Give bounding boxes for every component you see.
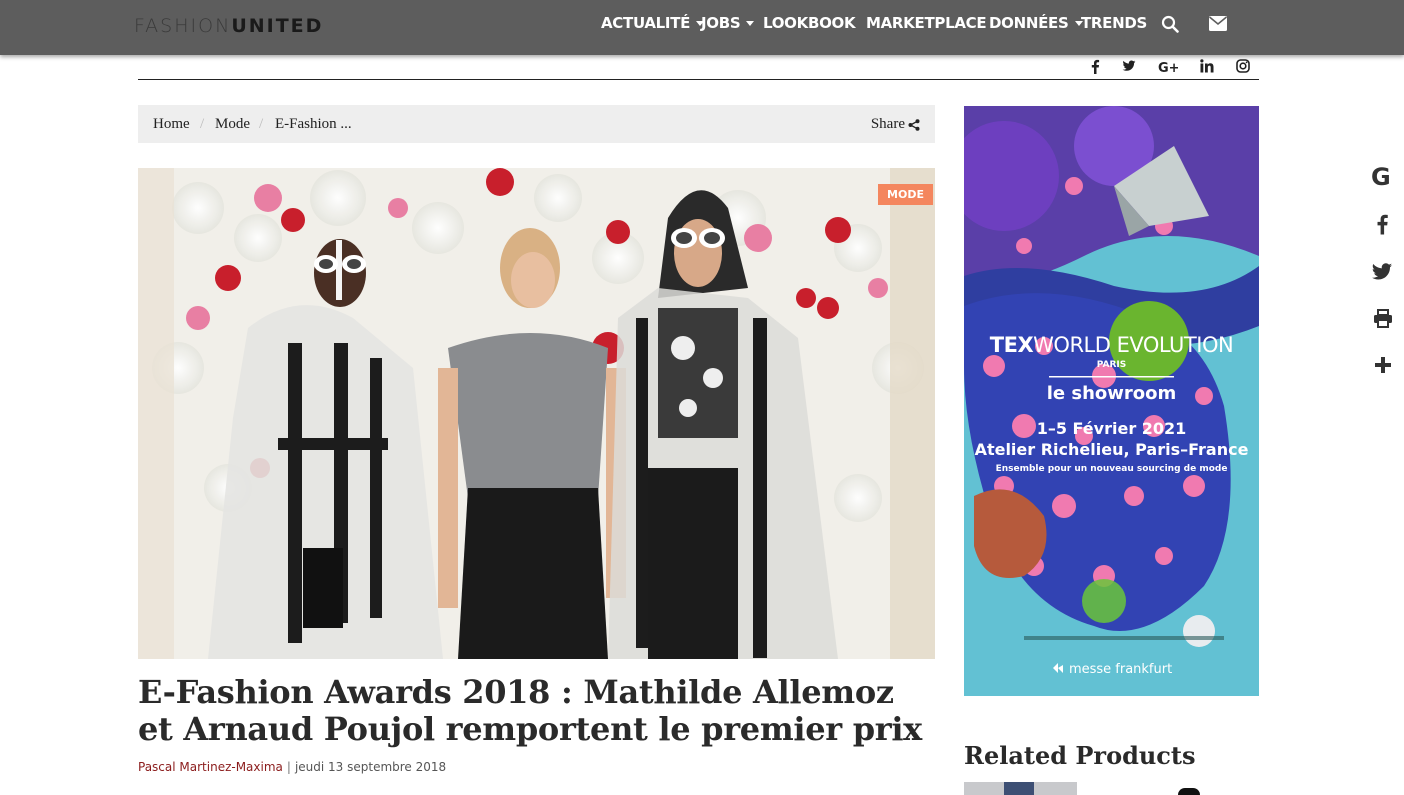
facebook-icon[interactable] <box>1375 212 1389 241</box>
top-navigation-bar: FASHIONUNITED ACTUALITÉ JOBS LOOKBOOK MA… <box>0 0 1404 55</box>
ad-tagline: Ensemble pour un nouveau sourcing de mod… <box>995 464 1228 474</box>
logo-text-bold: UNITED <box>231 15 324 37</box>
related-products-heading: Related Products <box>964 741 1196 770</box>
share-icon <box>908 118 920 131</box>
instagram-icon[interactable] <box>1236 59 1250 78</box>
article-title: E-Fashion Awards 2018 : Mathilde Allemoz… <box>138 673 922 748</box>
product-image <box>1004 782 1034 795</box>
plus-icon[interactable] <box>1374 356 1392 379</box>
print-icon[interactable] <box>1373 309 1393 334</box>
article-meta: Pascal Martinez-Maxima | jeudi 13 septembr… <box>138 760 446 774</box>
advertisement-banner[interactable]: TEXWORLD EVOLUTION PARIS le showroom 1–5… <box>964 106 1259 696</box>
twitter-icon[interactable] <box>1370 261 1394 288</box>
ad-headline: TEXWORLD EVOLUTION <box>964 333 1259 357</box>
nav-item-label: MARKETPLACE <box>866 14 987 32</box>
site-logo[interactable]: FASHIONUNITED <box>134 15 323 37</box>
ad-venue: Atelier Richelieu, Paris–France <box>974 440 1249 459</box>
category-badge[interactable]: MODE <box>878 184 933 205</box>
nav-item-jobs[interactable]: JOBS <box>701 14 755 32</box>
ad-subtitle: le showroom <box>1046 383 1177 404</box>
nav-item-trends[interactable]: TRENDS <box>1081 14 1147 32</box>
logo-text-light: FASHION <box>134 15 232 37</box>
ad-sponsor: messe frankfurt <box>964 661 1259 677</box>
linkedin-icon[interactable] <box>1200 59 1214 78</box>
breadcrumb-mode[interactable]: Mode <box>215 116 250 133</box>
ad-brand-rest: WORLD EVOLUTION <box>1033 333 1234 357</box>
related-product-thumbnail[interactable] <box>1178 788 1200 795</box>
author-link[interactable]: Pascal Martinez-Maxima <box>138 760 283 774</box>
nav-item-label: TRENDS <box>1081 14 1148 32</box>
share-label: Share <box>870 116 905 132</box>
facebook-icon[interactable] <box>1090 59 1100 79</box>
meta-separator: | <box>286 760 291 774</box>
nav-item-label: JOBS <box>701 14 741 32</box>
hero-photo <box>138 168 935 659</box>
breadcrumb-separator: / <box>200 116 205 132</box>
ad-sponsor-label: messe frankfurt <box>1068 662 1173 677</box>
svg-text:G+: G+ <box>1158 61 1178 73</box>
breadcrumb-current: E-Fashion ... <box>275 116 352 132</box>
twitter-icon[interactable] <box>1122 59 1136 78</box>
nav-item-actualite[interactable]: ACTUALITÉ <box>601 14 705 32</box>
header-divider <box>138 79 1259 80</box>
nav-item-donnees[interactable]: DONNÉES <box>989 14 1083 32</box>
ad-city: PARIS <box>1096 360 1127 370</box>
nav-item-label: ACTUALITÉ <box>601 14 691 32</box>
envelope-icon[interactable] <box>1208 16 1228 36</box>
google-icon[interactable]: G <box>1370 163 1394 194</box>
search-icon[interactable] <box>1161 15 1179 38</box>
nav-item-lookbook[interactable]: LOOKBOOK <box>763 14 856 32</box>
breadcrumb: Home / Mode / E-Fashion ... Share <box>138 105 935 143</box>
article-hero-image: MODE <box>138 168 935 659</box>
google-plus-icon[interactable]: G+ <box>1158 60 1180 78</box>
breadcrumb-home[interactable]: Home <box>153 116 190 133</box>
chevron-down-icon <box>746 21 755 26</box>
nav-item-marketplace[interactable]: MARKETPLACE <box>866 14 987 32</box>
share-button[interactable]: Share <box>871 116 920 133</box>
messe-frankfurt-logo-icon <box>1052 663 1063 673</box>
related-product-thumbnail[interactable] <box>964 782 1077 795</box>
svg-text:G: G <box>1371 163 1391 189</box>
nav-item-label: LOOKBOOK <box>763 14 856 32</box>
article-date: jeudi 13 septembre 2018 <box>294 760 447 774</box>
breadcrumb-separator: / <box>259 116 264 132</box>
ad-brand-bold: TEX <box>989 333 1034 357</box>
ad-dates: 1–5 Février 2021 <box>1036 419 1187 438</box>
nav-item-label: DONNÉES <box>989 14 1069 32</box>
